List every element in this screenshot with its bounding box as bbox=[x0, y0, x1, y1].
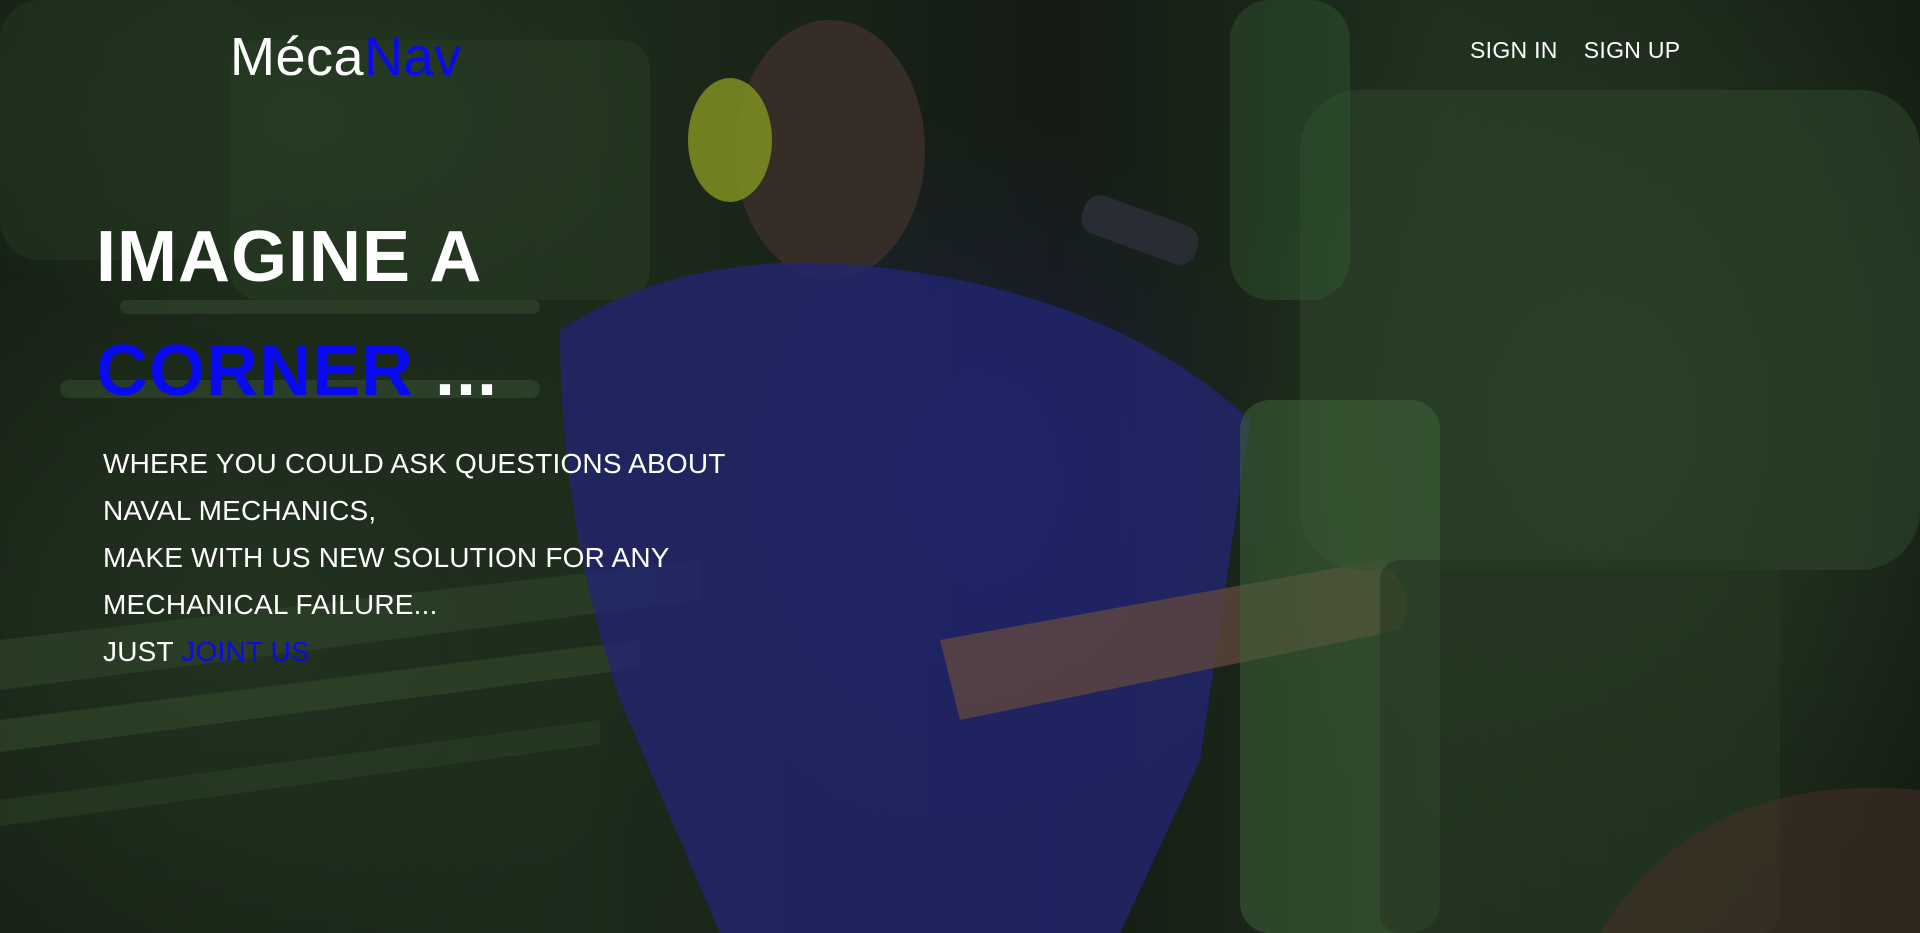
tagline-line: MAKE WITH US NEW SOLUTION FOR ANY bbox=[103, 542, 670, 573]
tagline-line: MECHANICAL FAILURE... bbox=[103, 589, 438, 620]
tagline-cta-line: JUST JOINT US bbox=[103, 628, 726, 675]
join-us-link[interactable]: JOINT US bbox=[181, 636, 310, 667]
headline-line1: IMAGINE A bbox=[96, 217, 483, 297]
headline-highlight: CORNER bbox=[96, 331, 415, 411]
hero-headline: IMAGINE A CORNER ... bbox=[96, 200, 498, 428]
headline-ellipsis: ... bbox=[414, 331, 499, 411]
tagline-line: WHERE YOU COULD ASK QUESTIONS ABOUT bbox=[103, 448, 726, 479]
tagline-line: NAVAL MECHANICS, bbox=[103, 495, 377, 526]
hero-section: MécaNav SIGN IN SIGN UP IMAGINE A CORNER… bbox=[0, 0, 1920, 933]
sign-up-link[interactable]: SIGN UP bbox=[1584, 37, 1681, 64]
top-nav: SIGN IN SIGN UP bbox=[1470, 37, 1680, 64]
brand-name-part2: Nav bbox=[364, 27, 462, 87]
headline-line2: CORNER ... bbox=[96, 314, 498, 428]
brand-logo[interactable]: MécaNav bbox=[230, 26, 462, 88]
tagline-just: JUST bbox=[103, 636, 182, 667]
hero-tagline: WHERE YOU COULD ASK QUESTIONS ABOUT NAVA… bbox=[103, 440, 726, 675]
sign-in-link[interactable]: SIGN IN bbox=[1470, 37, 1558, 64]
brand-name-part1: Méca bbox=[230, 27, 365, 87]
